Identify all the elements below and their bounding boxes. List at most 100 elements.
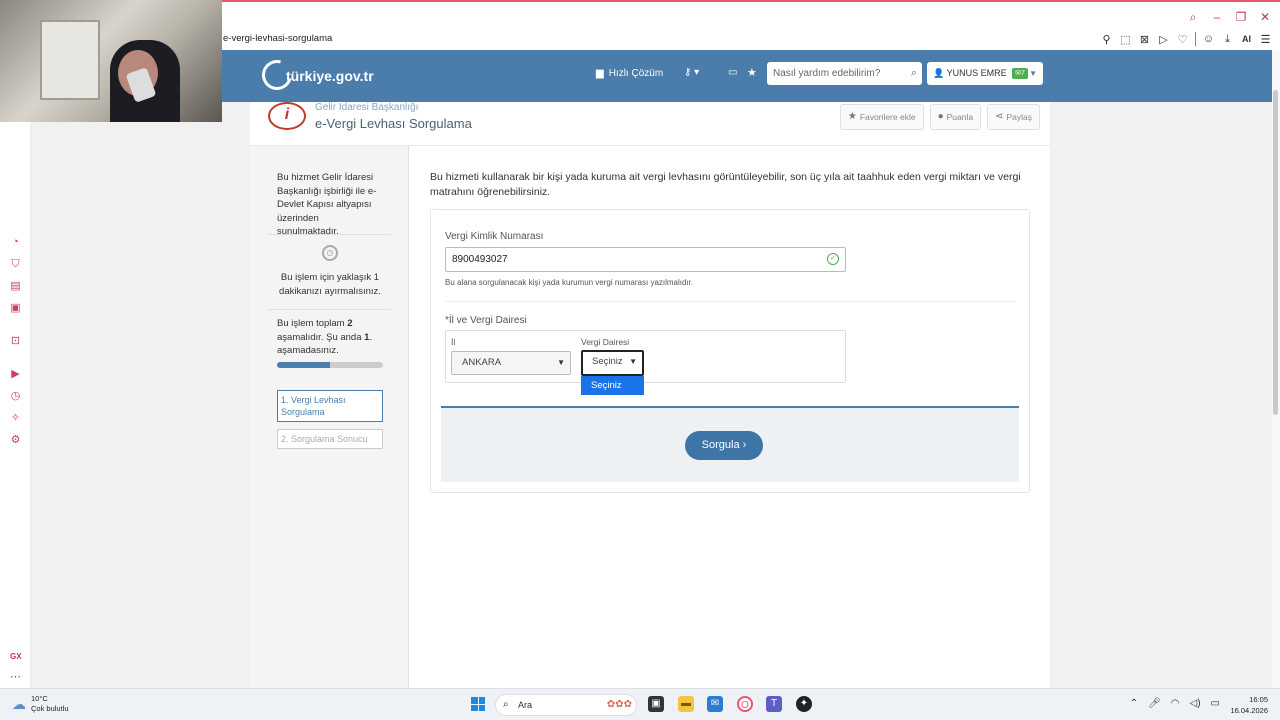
rate-button[interactable]: ● Puanla bbox=[929, 104, 982, 130]
ai-button[interactable]: AI bbox=[1240, 34, 1253, 44]
key-menu-button[interactable]: ⚷ ▾ bbox=[684, 67, 699, 78]
search-icon: ⌕ bbox=[503, 699, 509, 710]
chat-icon: ▆ bbox=[596, 68, 604, 79]
taskbar: ☁ 10°C Çok bulutlu ⌕ Ara ✿✿✿ ▣ ▬ ✉ O T ✦… bbox=[0, 688, 1280, 720]
play-icon[interactable]: ▷ bbox=[1157, 33, 1170, 46]
menu-icon[interactable]: ☰ bbox=[1259, 33, 1272, 46]
tax-office-option[interactable]: Seçiniz bbox=[581, 376, 644, 395]
user-icon: 👤 bbox=[933, 68, 945, 78]
user-menu[interactable]: 👤 YUNUS EMRE ✉7 ▼ bbox=[927, 62, 1043, 85]
progress-fill bbox=[277, 362, 330, 368]
caret-down-icon: ▼ bbox=[557, 358, 565, 367]
pin-icon[interactable]: ⚲ bbox=[1100, 33, 1113, 46]
star-icon: ★ bbox=[847, 111, 857, 122]
region-label: *İl ve Vergi Dairesi bbox=[445, 315, 527, 326]
system-clock[interactable]: 16:05 16.04.2026 bbox=[1230, 694, 1268, 716]
caret-down-icon: ▼ bbox=[629, 357, 637, 366]
service-header: i Gelir İdaresi Başkanlığı e-Vergi Levha… bbox=[250, 102, 1050, 146]
turkiye-logo[interactable]: türkiye.gov.tr bbox=[256, 54, 374, 96]
heart-icon[interactable]: ♡ bbox=[1176, 33, 1189, 46]
adblock-icon[interactable]: ⊠ bbox=[1138, 33, 1151, 46]
gx-logo[interactable]: GX bbox=[10, 652, 22, 661]
flowers-icon: ✿✿✿ bbox=[606, 699, 632, 710]
search-icon[interactable]: ⌕ bbox=[911, 62, 917, 85]
wifi-icon[interactable]: ◠ bbox=[1171, 698, 1180, 709]
info-sidebar: Bu hizmet Gelir İdaresi Başkanlığı işbir… bbox=[250, 146, 409, 688]
search-icon[interactable]: ⌕ bbox=[1186, 10, 1200, 25]
gib-logo: i bbox=[268, 102, 306, 130]
app-icon[interactable]: ✦ bbox=[796, 696, 812, 712]
window-controls: ⌕ – ❐ ✕ bbox=[1186, 10, 1272, 25]
minimize-icon[interactable]: – bbox=[1210, 10, 1224, 25]
opera-gx-icon[interactable]: O bbox=[737, 696, 753, 712]
comment-icon: ● bbox=[937, 111, 944, 122]
wallet-icon[interactable]: ▤ bbox=[9, 280, 22, 293]
divider bbox=[445, 301, 1016, 302]
step-1[interactable]: 1. Vergi Levhası Sorgulama bbox=[277, 390, 383, 422]
check-icon: ✓ bbox=[827, 253, 839, 265]
submit-button[interactable]: Sorgula › bbox=[685, 431, 763, 460]
task-view-icon[interactable]: ▣ bbox=[648, 696, 664, 712]
chevron-up-icon[interactable]: ⌃ bbox=[1130, 698, 1138, 709]
province-select[interactable]: ANKARA ▼ bbox=[451, 351, 571, 375]
battery-icon[interactable]: ▭ bbox=[1211, 698, 1220, 709]
chevron-right-icon: › bbox=[742, 439, 747, 451]
bag-icon[interactable]: ⛉ bbox=[9, 258, 22, 271]
close-icon[interactable]: ✕ bbox=[1258, 10, 1272, 25]
player-icon[interactable]: ▶ bbox=[9, 368, 22, 381]
history-icon[interactable]: ◷ bbox=[9, 390, 22, 403]
browser-sidebar: ◔ ⛉ ▤ ▣ ⊡ ▶ ◷ ✧ ⚙ GX ⋯ bbox=[0, 122, 31, 688]
share-icon: ⋖ bbox=[995, 111, 1004, 122]
time-info: Bu işlem için yaklaşık 1 dakikanızı ayır… bbox=[279, 272, 381, 297]
snapshot-icon[interactable]: ⬚ bbox=[1119, 33, 1132, 46]
intro-text: Bu hizmeti kullanarak bir kişi yada kuru… bbox=[430, 171, 1021, 198]
microphone-icon[interactable]: 🎤︎ bbox=[1148, 698, 1161, 709]
toolbar-divider bbox=[1195, 32, 1196, 46]
webcam-window bbox=[40, 20, 100, 100]
organization-name[interactable]: Gelir İdaresi Başkanlığı bbox=[315, 102, 418, 113]
tax-id-input[interactable]: 8900493027 ✓ bbox=[445, 247, 846, 272]
messenger-icon[interactable]: ▣ bbox=[9, 302, 22, 315]
province-label: İl bbox=[451, 337, 456, 347]
tax-id-hint: Bu alana sorgulanacak kişi yada kurumun … bbox=[445, 278, 694, 287]
address-bar[interactable]: e-vergi-levhasi-sorgulama bbox=[223, 33, 332, 44]
site-header: türkiye.gov.tr ▆ Hızlı Çözüm ⚷ ▾ ▭ ★ Nas… bbox=[222, 50, 1272, 102]
search-input[interactable]: Nasıl yardım edebilirim? ⌕ bbox=[767, 62, 922, 85]
mail-badge: ✉7 bbox=[1012, 68, 1028, 80]
speed-dial-icon[interactable]: ◔ bbox=[9, 236, 22, 249]
settings-icon[interactable]: ⚙ bbox=[9, 434, 22, 447]
more-icon[interactable]: ⋯ bbox=[10, 670, 21, 683]
tax-office-select[interactable]: Seçiniz ▼ bbox=[581, 350, 644, 376]
account-icon[interactable]: ☺ bbox=[1202, 33, 1215, 45]
outlook-icon[interactable]: ✉ bbox=[707, 696, 723, 712]
progress-bar bbox=[277, 362, 383, 368]
taskbar-search[interactable]: ⌕ Ara ✿✿✿ bbox=[495, 694, 637, 716]
star-icon[interactable]: ★ bbox=[747, 66, 757, 79]
extensions-icon[interactable]: ✧ bbox=[9, 412, 22, 425]
cloud-icon: ☁ bbox=[12, 695, 26, 712]
tax-office-label: Vergi Dairesi bbox=[581, 337, 630, 347]
file-explorer-icon[interactable]: ▬ bbox=[678, 696, 694, 712]
system-tray: ⌃ 🎤︎ ◠ ◁) ▭ bbox=[1130, 698, 1220, 709]
step-2: 2. Sorgulama Sonucu bbox=[277, 429, 383, 449]
restore-icon[interactable]: ❐ bbox=[1234, 10, 1248, 25]
download-icon[interactable]: ⤓ bbox=[1221, 33, 1234, 46]
scrollbar-thumb[interactable] bbox=[1273, 90, 1278, 415]
share-button[interactable]: ⋖ Paylaş bbox=[987, 104, 1040, 130]
browser-extensions: ⚲ ⬚ ⊠ ▷ ♡ ☺ ⤓ AI ☰ bbox=[1100, 32, 1272, 46]
clock-icon: ◷ bbox=[322, 245, 338, 261]
volume-icon[interactable]: ◁) bbox=[1190, 698, 1201, 709]
stage-info: Bu işlem toplam 2 aşamalıdır. Şu anda 1.… bbox=[277, 318, 373, 356]
weather-widget[interactable]: ☁ 10°C Çok bulutlu bbox=[12, 694, 69, 714]
page-title: e-Vergi Levhası Sorgulama bbox=[315, 116, 472, 131]
divider bbox=[267, 309, 391, 310]
id-card-icon[interactable]: ▭ bbox=[728, 67, 737, 78]
start-button[interactable] bbox=[471, 697, 485, 711]
teams-icon[interactable]: T bbox=[766, 696, 782, 712]
favorite-button[interactable]: ★ Favorilere ekle bbox=[839, 104, 924, 130]
divider bbox=[267, 234, 391, 235]
twitch-icon[interactable]: ⊡ bbox=[9, 335, 22, 348]
quick-solution-button[interactable]: ▆ Hızlı Çözüm bbox=[596, 68, 663, 79]
webcam-overlay bbox=[0, 0, 222, 122]
provider-info: Bu hizmet Gelir İdaresi Başkanlığı işbir… bbox=[277, 172, 377, 237]
